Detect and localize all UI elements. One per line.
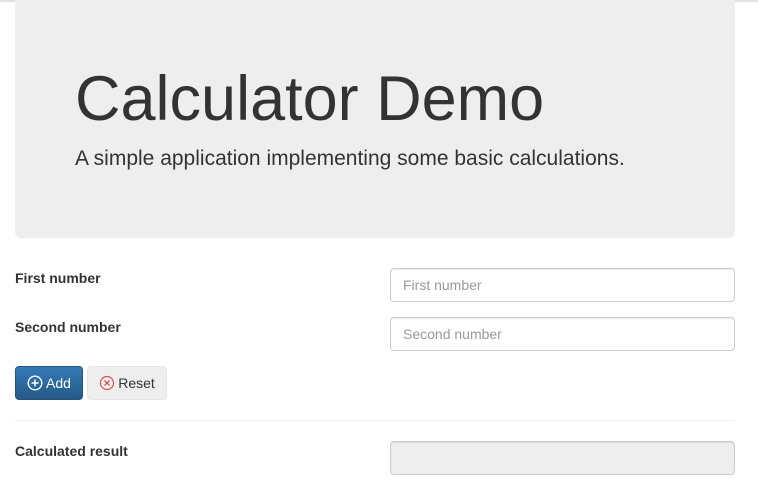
remove-circle-icon (99, 375, 115, 391)
reset-button-label: Reset (118, 375, 155, 391)
page-title: Calculator Demo (75, 64, 545, 134)
reset-button[interactable]: Reset (87, 366, 167, 400)
second-number-label: Second number (15, 319, 121, 335)
result-label: Calculated result (15, 443, 128, 459)
second-number-input[interactable] (390, 317, 735, 351)
add-button-label: Add (46, 375, 71, 391)
page-subtitle: A simple application implementing some b… (75, 147, 625, 170)
jumbotron: Calculator Demo A simple application imp… (15, 0, 735, 238)
first-number-label: First number (15, 270, 101, 286)
result-field (390, 441, 735, 475)
first-number-input[interactable] (390, 268, 735, 302)
plus-circle-icon (27, 375, 43, 391)
divider (15, 420, 735, 421)
add-button[interactable]: Add (15, 366, 83, 400)
